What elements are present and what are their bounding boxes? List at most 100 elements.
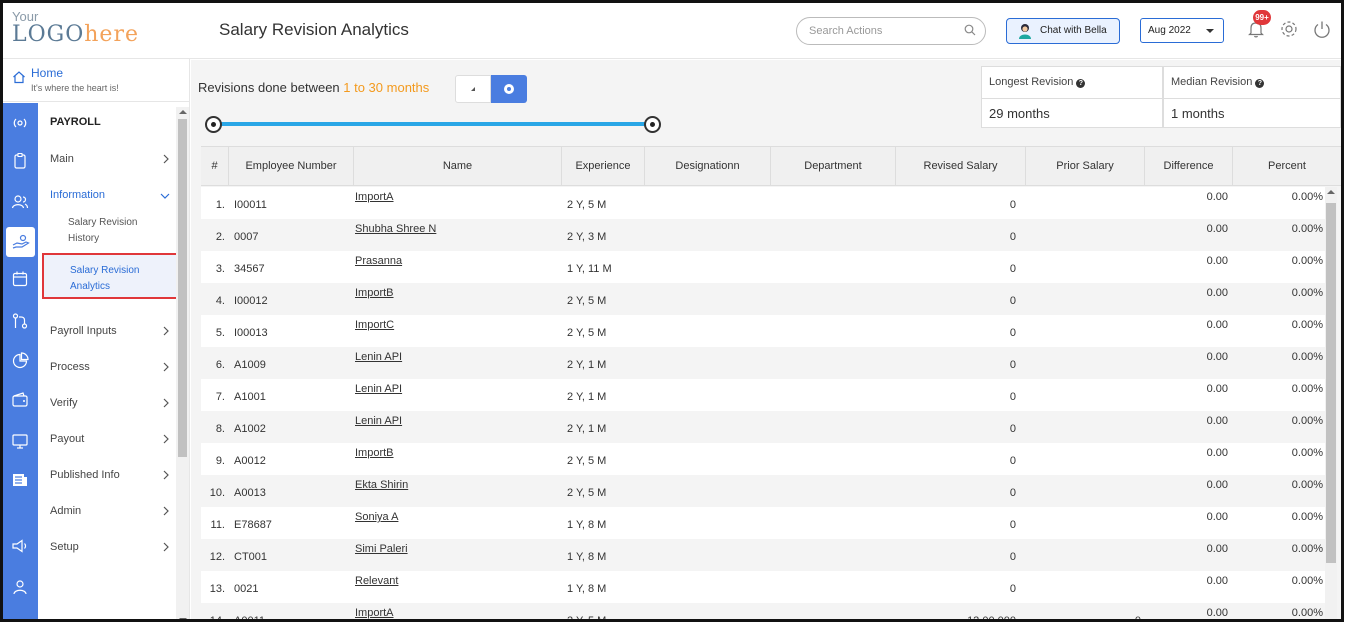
info-icon[interactable]: ? [1076,79,1086,88]
table-row[interactable]: 5. I00013 ImportC 2 Y, 5 M 0 0.00 0.00% [201,315,1325,347]
table-row[interactable]: 8. A1002 Lenin API 2 Y, 1 M 0 0.00 0.00% [201,411,1325,443]
col-percent[interactable]: Percent [1233,147,1341,185]
percent: 0.00% [1291,223,1323,235]
scroll-up-icon[interactable] [1327,190,1335,194]
newspaper-icon[interactable] [10,470,30,490]
employee-name-link[interactable]: ImportC [355,319,394,331]
table-row[interactable]: 3. 34567 Prasanna 1 Y, 11 M 0 0.00 0.00% [201,251,1325,283]
power-icon[interactable] [1312,19,1332,39]
payroll-rail-item[interactable] [6,227,35,257]
employee-name-link[interactable]: Relevant [355,575,398,587]
revised-salary: 12,00,000 [967,615,1016,622]
employee-name-link[interactable]: Lenin API [355,351,402,363]
home-icon [13,71,25,84]
monitor-icon[interactable] [10,431,30,451]
search-input[interactable]: Search Actions [796,17,986,45]
employee-number: 0007 [234,231,259,243]
table-row[interactable]: 4. I00012 ImportB 2 Y, 5 M 0 0.00 0.00% [201,283,1325,315]
chat-with-bella-button[interactable]: Chat with Bella [1006,18,1120,44]
table-row[interactable]: 1. I00011 ImportA 2 Y, 5 M 0 0.00 0.00% [201,187,1325,219]
row-index: 4. [215,295,225,307]
table-row[interactable]: 13. 0021 Relevant 1 Y, 8 M 0 0.00 0.00% [201,571,1325,603]
col-employee-number[interactable]: Employee Number [229,147,354,185]
sidebar-item-published-info[interactable]: Published Info [50,469,170,481]
table-row[interactable]: 7. A1001 Lenin API 2 Y, 1 M 0 0.00 0.00% [201,379,1325,411]
month-select[interactable]: Aug 2022 [1140,18,1224,43]
sidebar-scrollbar[interactable] [176,107,189,619]
col-prior-salary[interactable]: Prior Salary [1026,147,1145,185]
employee-number: A1002 [234,423,266,435]
gear-icon[interactable] [1279,19,1299,39]
col-experience[interactable]: Experience [562,147,645,185]
sidebar-item-payroll-inputs[interactable]: Payroll Inputs [50,325,170,337]
info-icon[interactable]: ? [1255,79,1265,88]
table-row[interactable]: 14. A0011 ImportA 2 Y, 5 M 12,00,000 0 0.00 0.0… [201,603,1325,622]
col-index[interactable]: # [201,147,229,185]
pie-chart-icon[interactable] [10,351,30,371]
col-name[interactable]: Name [354,147,562,185]
percent: 0.00% [1291,255,1323,267]
row-index: 12. [209,551,225,563]
range-toggle-button[interactable] [455,75,491,103]
col-department[interactable]: Department [771,147,896,185]
table-row[interactable]: 9. A0012 ImportB 2 Y, 5 M 0 0.00 0.00% [201,443,1325,475]
sidebar-item-setup[interactable]: Setup [50,541,170,553]
logo[interactable]: Your LOGOhere [12,9,138,53]
sidebar-item-verify[interactable]: Verify [50,397,170,409]
sidebar-item-information[interactable]: Information [50,189,170,201]
scroll-down-icon[interactable] [179,618,187,619]
revised-salary: 0 [1009,231,1016,243]
home-link[interactable]: Home It's where the heart is! [12,65,182,101]
employee-name-link[interactable]: Ekta Shirin [355,479,408,491]
employee-name-link[interactable]: Lenin API [355,383,402,395]
sidebar-subitem-salary-revision-analytics[interactable]: Salary Revision Analytics [42,253,180,299]
sidebar-item-main[interactable]: Main [50,153,170,165]
users-icon[interactable] [10,192,30,212]
table-row[interactable]: 2. 0007 Shubha Shree N 2 Y, 3 M 0 0.00 0.00% [201,219,1325,251]
table-body: 1. I00011 ImportA 2 Y, 5 M 0 0.00 0.00% 2. 0007 S… [201,187,1335,622]
employee-name-link[interactable]: ImportA [355,607,394,619]
table-scrollbar[interactable] [1325,187,1337,619]
clipboard-icon[interactable] [10,151,30,171]
table-row[interactable]: 10. A0013 Ekta Shirin 2 Y, 5 M 0 0.00 0.00% [201,475,1325,507]
target-icon [504,84,514,94]
table-row[interactable]: 6. A1009 Lenin API 2 Y, 1 M 0 0.00 0.00% [201,347,1325,379]
wallet-icon[interactable] [10,390,30,410]
employee-name-link[interactable]: ImportB [355,447,394,459]
sidebar-item-label: Information [50,189,106,201]
scrollbar-thumb[interactable] [178,119,187,457]
sidebar-item-payout[interactable]: Payout [50,433,170,445]
range-apply-button[interactable] [491,75,527,103]
range-slider-min-handle[interactable] [205,116,222,133]
employee-name-link[interactable]: ImportB [355,287,394,299]
scrollbar-thumb[interactable] [1326,203,1336,563]
employee-number: A1001 [234,391,266,403]
user-icon[interactable] [10,577,30,597]
branch-icon[interactable] [10,311,30,331]
search-icon[interactable] [964,24,976,36]
employee-name-link[interactable]: Shubha Shree N [355,223,436,235]
employee-name-link[interactable]: Simi Paleri [355,543,408,555]
calendar-icon[interactable] [10,269,30,289]
col-designation[interactable]: Designationn [645,147,771,185]
experience: 2 Y, 5 M [567,455,607,467]
col-difference[interactable]: Difference [1145,147,1233,185]
employee-name-link[interactable]: Prasanna [355,255,402,267]
card-divider [1164,98,1340,99]
range-slider-track[interactable] [213,122,653,126]
scroll-up-icon[interactable] [179,110,187,114]
sidebar-subitem-salary-revision-history[interactable]: Salary Revision History [68,215,168,247]
range-slider-max-handle[interactable] [644,116,661,133]
employee-name-link[interactable]: ImportA [355,191,394,203]
table-row[interactable]: 11. E78687 Soniya A 1 Y, 8 M 0 0.00 0.00% [201,507,1325,539]
table-row[interactable]: 12. CT001 Simi Paleri 1 Y, 8 M 0 0.00 0.00% [201,539,1325,571]
col-revised-salary[interactable]: Revised Salary [896,147,1026,185]
employee-name-link[interactable]: Soniya A [355,511,398,523]
sidebar-item-admin[interactable]: Admin [50,505,170,517]
chevron-right-icon [163,362,169,372]
employee-name-link[interactable]: Lenin API [355,415,402,427]
sidebar-item-process[interactable]: Process [50,361,170,373]
employee-number: A1009 [234,359,266,371]
megaphone-icon[interactable] [10,536,30,556]
broadcast-icon[interactable] [10,113,30,133]
